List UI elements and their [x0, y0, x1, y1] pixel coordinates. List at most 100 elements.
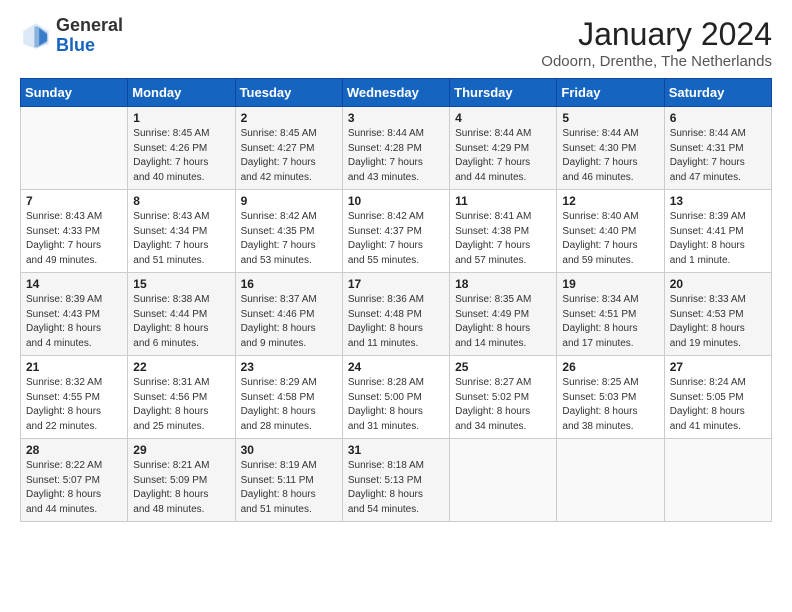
- day-number: 19: [562, 277, 658, 291]
- day-number: 18: [455, 277, 551, 291]
- day-number: 25: [455, 360, 551, 374]
- calendar-cell: 17Sunrise: 8:36 AM Sunset: 4:48 PM Dayli…: [342, 273, 449, 356]
- day-info: Sunrise: 8:32 AM Sunset: 4:55 PM Dayligh…: [26, 376, 122, 434]
- day-info: Sunrise: 8:31 AM Sunset: 4:56 PM Dayligh…: [133, 376, 229, 434]
- logo-icon: [20, 20, 52, 52]
- calendar-cell: [450, 439, 557, 522]
- calendar-cell: 31 Sunrise: 8:18 AM Sunset: 5:13 PM Dayli…: [342, 439, 449, 522]
- day-number: 17: [348, 277, 444, 291]
- month-title: January 2024: [541, 16, 772, 53]
- day-number: 20: [670, 277, 766, 291]
- calendar-week-3: 14 Sunrise: 8:39 AM Sunset: 4:43 PM Dayli…: [21, 273, 772, 356]
- day-number: 14: [26, 277, 122, 291]
- day-info: Sunrise: 8:43 AM Sunset: 4:33 PM Dayligh…: [26, 210, 122, 268]
- logo-text: General Blue: [56, 16, 123, 56]
- calendar-cell: 25 Sunrise: 8:27 AM Sunset: 5:02 PM Dayli…: [450, 356, 557, 439]
- header-day-tuesday: Tuesday: [235, 79, 342, 107]
- logo: General Blue: [20, 16, 123, 56]
- day-info: Sunrise: 8:42 AM Sunset: 4:35 PM Dayligh…: [241, 210, 337, 268]
- day-number: 23: [241, 360, 337, 374]
- calendar-cell: 16Sunrise: 8:37 AM Sunset: 4:46 PM Dayli…: [235, 273, 342, 356]
- header-row: SundayMondayTuesdayWednesdayThursdayFrid…: [21, 79, 772, 107]
- day-info: Sunrise: 8:38 AM Sunset: 4:44 PM Dayligh…: [133, 293, 229, 351]
- day-number: 11: [455, 194, 551, 208]
- calendar-cell: 21 Sunrise: 8:32 AM Sunset: 4:55 PM Dayli…: [21, 356, 128, 439]
- day-number: 26: [562, 360, 658, 374]
- header-day-monday: Monday: [128, 79, 235, 107]
- day-info: Sunrise: 8:44 AM Sunset: 4:28 PM Dayligh…: [348, 127, 444, 185]
- day-info: Sunrise: 8:39 AM Sunset: 4:43 PM Dayligh…: [26, 293, 122, 351]
- day-number: 15: [133, 277, 229, 291]
- day-number: 7: [26, 194, 122, 208]
- calendar-cell: 22 Sunrise: 8:31 AM Sunset: 4:56 PM Dayli…: [128, 356, 235, 439]
- calendar-cell: 11 Sunrise: 8:41 AM Sunset: 4:38 PM Dayli…: [450, 190, 557, 273]
- day-info: Sunrise: 8:45 AM Sunset: 4:26 PM Dayligh…: [133, 127, 229, 185]
- day-number: 3: [348, 111, 444, 125]
- day-number: 21: [26, 360, 122, 374]
- page-header: General Blue January 2024 Odoorn, Drenth…: [20, 16, 772, 70]
- day-number: 30: [241, 443, 337, 457]
- day-info: Sunrise: 8:25 AM Sunset: 5:03 PM Dayligh…: [562, 376, 658, 434]
- day-info: Sunrise: 8:43 AM Sunset: 4:34 PM Dayligh…: [133, 210, 229, 268]
- calendar-cell: 29 Sunrise: 8:21 AM Sunset: 5:09 PM Dayli…: [128, 439, 235, 522]
- calendar-cell: [557, 439, 664, 522]
- day-info: Sunrise: 8:24 AM Sunset: 5:05 PM Dayligh…: [670, 376, 766, 434]
- day-number: 5: [562, 111, 658, 125]
- calendar-week-2: 7 Sunrise: 8:43 AM Sunset: 4:33 PM Daylig…: [21, 190, 772, 273]
- calendar-cell: 26 Sunrise: 8:25 AM Sunset: 5:03 PM Dayli…: [557, 356, 664, 439]
- day-info: Sunrise: 8:34 AM Sunset: 4:51 PM Dayligh…: [562, 293, 658, 351]
- calendar-cell: 27 Sunrise: 8:24 AM Sunset: 5:05 PM Dayli…: [664, 356, 771, 439]
- day-info: Sunrise: 8:41 AM Sunset: 4:38 PM Dayligh…: [455, 210, 551, 268]
- day-number: 1: [133, 111, 229, 125]
- day-info: Sunrise: 8:18 AM Sunset: 5:13 PM Dayligh…: [348, 459, 444, 517]
- calendar-header: SundayMondayTuesdayWednesdayThursdayFrid…: [21, 79, 772, 107]
- calendar-cell: 15 Sunrise: 8:38 AM Sunset: 4:44 PM Dayli…: [128, 273, 235, 356]
- day-info: Sunrise: 8:29 AM Sunset: 4:58 PM Dayligh…: [241, 376, 337, 434]
- calendar-cell: 3 Sunrise: 8:44 AM Sunset: 4:28 PM Daylig…: [342, 107, 449, 190]
- day-number: 6: [670, 111, 766, 125]
- day-number: 24: [348, 360, 444, 374]
- day-number: 8: [133, 194, 229, 208]
- header-day-sunday: Sunday: [21, 79, 128, 107]
- calendar-cell: 19 Sunrise: 8:34 AM Sunset: 4:51 PM Dayli…: [557, 273, 664, 356]
- day-info: Sunrise: 8:27 AM Sunset: 5:02 PM Dayligh…: [455, 376, 551, 434]
- day-number: 16: [241, 277, 337, 291]
- day-number: 29: [133, 443, 229, 457]
- location-subtitle: Odoorn, Drenthe, The Netherlands: [541, 53, 772, 70]
- calendar-cell: 5Sunrise: 8:44 AM Sunset: 4:30 PM Daylig…: [557, 107, 664, 190]
- day-info: Sunrise: 8:19 AM Sunset: 5:11 PM Dayligh…: [241, 459, 337, 517]
- header-day-saturday: Saturday: [664, 79, 771, 107]
- day-number: 4: [455, 111, 551, 125]
- calendar-cell: 10 Sunrise: 8:42 AM Sunset: 4:37 PM Dayli…: [342, 190, 449, 273]
- day-info: Sunrise: 8:28 AM Sunset: 5:00 PM Dayligh…: [348, 376, 444, 434]
- calendar-cell: [21, 107, 128, 190]
- calendar-body: 1 Sunrise: 8:45 AM Sunset: 4:26 PM Daylig…: [21, 107, 772, 522]
- calendar-cell: 6 Sunrise: 8:44 AM Sunset: 4:31 PM Daylig…: [664, 107, 771, 190]
- day-number: 10: [348, 194, 444, 208]
- logo-general: General: [56, 16, 123, 36]
- calendar-week-1: 1 Sunrise: 8:45 AM Sunset: 4:26 PM Daylig…: [21, 107, 772, 190]
- header-day-friday: Friday: [557, 79, 664, 107]
- calendar-cell: 13Sunrise: 8:39 AM Sunset: 4:41 PM Dayli…: [664, 190, 771, 273]
- day-info: Sunrise: 8:44 AM Sunset: 4:31 PM Dayligh…: [670, 127, 766, 185]
- day-info: Sunrise: 8:22 AM Sunset: 5:07 PM Dayligh…: [26, 459, 122, 517]
- day-info: Sunrise: 8:42 AM Sunset: 4:37 PM Dayligh…: [348, 210, 444, 268]
- calendar-week-5: 28Sunrise: 8:22 AM Sunset: 5:07 PM Dayli…: [21, 439, 772, 522]
- calendar-cell: 1 Sunrise: 8:45 AM Sunset: 4:26 PM Daylig…: [128, 107, 235, 190]
- day-number: 22: [133, 360, 229, 374]
- calendar-week-4: 21 Sunrise: 8:32 AM Sunset: 4:55 PM Dayli…: [21, 356, 772, 439]
- calendar-cell: 2 Sunrise: 8:45 AM Sunset: 4:27 PM Daylig…: [235, 107, 342, 190]
- day-info: Sunrise: 8:21 AM Sunset: 5:09 PM Dayligh…: [133, 459, 229, 517]
- day-info: Sunrise: 8:33 AM Sunset: 4:53 PM Dayligh…: [670, 293, 766, 351]
- day-number: 2: [241, 111, 337, 125]
- header-day-wednesday: Wednesday: [342, 79, 449, 107]
- day-number: 27: [670, 360, 766, 374]
- calendar-cell: 23 Sunrise: 8:29 AM Sunset: 4:58 PM Dayli…: [235, 356, 342, 439]
- day-number: 9: [241, 194, 337, 208]
- day-info: Sunrise: 8:45 AM Sunset: 4:27 PM Dayligh…: [241, 127, 337, 185]
- calendar-table: SundayMondayTuesdayWednesdayThursdayFrid…: [20, 78, 772, 522]
- day-info: Sunrise: 8:39 AM Sunset: 4:41 PM Dayligh…: [670, 210, 766, 268]
- calendar-cell: 18Sunrise: 8:35 AM Sunset: 4:49 PM Dayli…: [450, 273, 557, 356]
- calendar-cell: 12Sunrise: 8:40 AM Sunset: 4:40 PM Dayli…: [557, 190, 664, 273]
- day-number: 31: [348, 443, 444, 457]
